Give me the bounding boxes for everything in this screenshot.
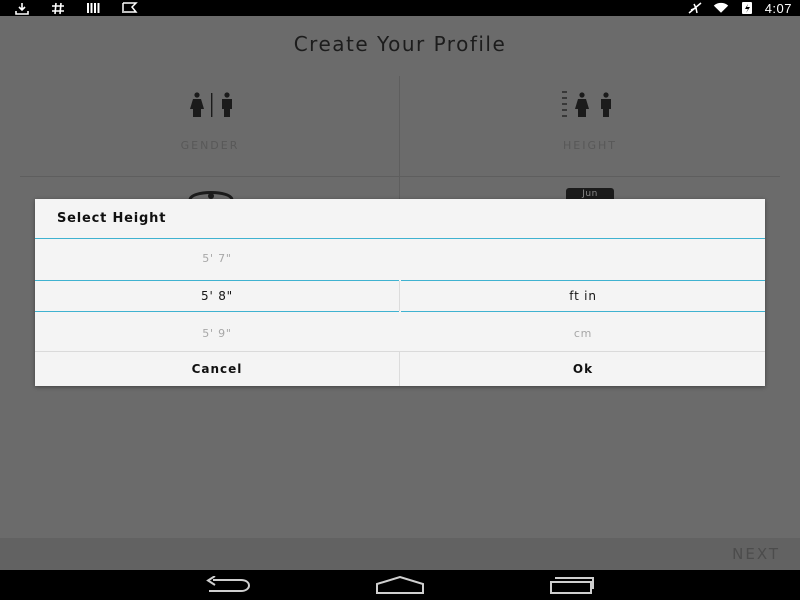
height-label: HEIGHT [563, 139, 617, 152]
select-height-dialog: Select Height 5' 7" 5' 8" 5' 9" ft in cm… [35, 199, 765, 386]
page-title: Create Your Profile [293, 32, 507, 56]
height-selection-line-top [35, 280, 399, 281]
buttons-column-divider [399, 352, 400, 386]
barcode-icon [86, 1, 102, 15]
unit-selection-line-bottom [401, 311, 765, 312]
unit-option-below[interactable]: cm [401, 327, 765, 340]
dialog-title-divider [35, 238, 765, 239]
status-right-icons: 4:07 [687, 0, 792, 16]
tile-divider-horizontal [20, 176, 780, 177]
height-option-below[interactable]: 5' 9" [35, 327, 399, 340]
navigation-bar [0, 570, 800, 600]
airplane-mode-icon [687, 1, 703, 15]
status-left-icons [14, 1, 138, 15]
unit-option-selected[interactable]: ft in [401, 289, 765, 303]
cancel-button[interactable]: Cancel [35, 352, 399, 386]
status-bar: 4:07 [0, 0, 800, 16]
tile-divider-vertical [399, 76, 400, 206]
status-time: 4:07 [764, 0, 792, 16]
wifi-icon [713, 1, 729, 15]
height-option-selected[interactable]: 5' 8" [35, 289, 399, 303]
download-icon [14, 1, 30, 15]
flag-icon [122, 1, 138, 15]
back-icon[interactable] [203, 574, 253, 596]
height-icon[interactable] [560, 90, 618, 118]
home-icon[interactable] [375, 574, 425, 596]
battery-charging-icon [739, 1, 755, 15]
ok-button[interactable]: Ok [401, 352, 765, 386]
recent-apps-icon[interactable] [547, 574, 597, 596]
height-selection-line-bottom [35, 311, 399, 312]
dialog-title: Select Height [57, 211, 167, 226]
unit-selection-line-top [401, 280, 765, 281]
next-button[interactable]: NEXT [732, 545, 780, 563]
gender-icon[interactable] [185, 92, 239, 118]
gender-label: GENDER [180, 139, 240, 152]
bottom-action-bar [0, 538, 800, 570]
picker-column-divider [399, 281, 400, 311]
calendar-icon-text: Jun [582, 189, 598, 199]
hash-icon [50, 1, 66, 15]
height-option-above[interactable]: 5' 7" [35, 252, 399, 265]
